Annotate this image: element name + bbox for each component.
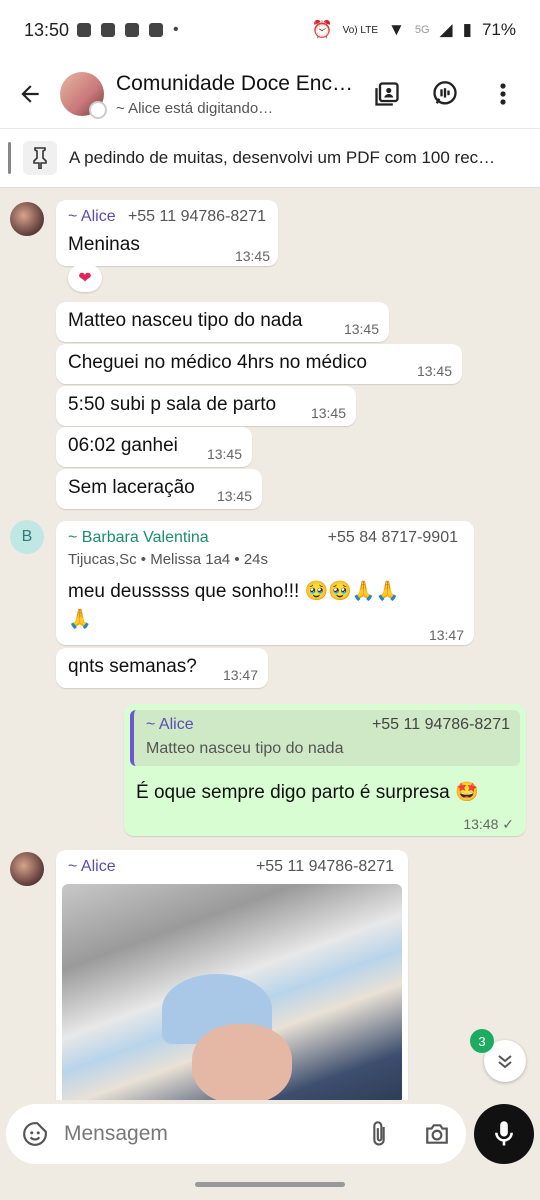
message-text: 5:50 subi p sala de parto — [68, 394, 277, 415]
sticker-icon[interactable] — [20, 1119, 50, 1149]
message-text: Meninas — [68, 234, 140, 255]
message-time: 13:45 — [216, 488, 252, 504]
quote-sender: ~ Alice — [146, 716, 194, 733]
chat-icon — [125, 23, 140, 37]
status-ring-icon — [89, 101, 107, 119]
photo-face-shape — [192, 1024, 292, 1100]
app-icon — [149, 23, 164, 37]
group-info[interactable]: Comunidade Doce Enc… ~ Alice está digita… — [116, 72, 366, 117]
avatar[interactable] — [10, 852, 44, 886]
wifi-icon: ▼ — [388, 20, 405, 39]
avatar[interactable]: B — [10, 520, 44, 554]
message-bubble[interactable]: Matteo nasceu tipo do nada 13:45 — [56, 302, 389, 342]
more-options-icon[interactable] — [486, 77, 520, 111]
group-avatar[interactable] — [60, 72, 107, 119]
attach-icon[interactable] — [364, 1119, 394, 1149]
message-text: É oque sempre digo parto é surpresa 🤩 — [136, 782, 479, 803]
back-arrow-icon[interactable] — [0, 60, 60, 128]
message-text: meu deusssss que sonho!!! 🥹🥹🙏🙏 — [68, 581, 400, 602]
message-text: Sem laceração — [68, 477, 195, 498]
sender-phone: +55 84 8717-9901 — [327, 529, 458, 546]
image-message-bubble[interactable]: ~ Alice +55 11 94786-8271 — [56, 850, 408, 1100]
message-bubble[interactable]: Sem laceração 13:45 — [56, 469, 262, 509]
newborn-photo[interactable] — [62, 884, 402, 1100]
microphone-button[interactable] — [474, 1104, 534, 1164]
message-time: 13:45 — [206, 446, 242, 462]
pin-icon — [23, 141, 57, 175]
outgoing-message-bubble[interactable]: ~ Alice +55 11 94786-8271 Matteo nasceu … — [124, 704, 526, 836]
sender-phone: +55 11 94786-8271 — [127, 208, 266, 225]
community-icon[interactable] — [370, 77, 404, 111]
message-bubble[interactable]: ~ Alice +55 11 94786-8271 Meninas 13:45 — [56, 200, 278, 266]
instagram-icon — [101, 23, 116, 37]
pinned-text: A pedindo de muitas, desenvolvi um PDF c… — [69, 148, 496, 167]
notification-icons: • — [77, 21, 179, 39]
group-title: Comunidade Doce Enc… — [116, 71, 353, 95]
message-text: Matteo nasceu tipo do nada — [68, 310, 303, 331]
alarm-icon: ⏰ — [311, 20, 333, 39]
sender-name[interactable]: ~ Alice — [68, 858, 116, 876]
message-input[interactable]: Mensagem — [64, 1122, 168, 1146]
message-time: 13:47 — [222, 667, 258, 683]
message-bubble[interactable]: ~ Barbara Valentina +55 84 8717-9901 Tij… — [56, 521, 474, 645]
typing-status: ~ Alice está digitando… — [116, 99, 274, 117]
chat-header: Comunidade Doce Enc… ~ Alice está digita… — [0, 60, 540, 128]
avatar[interactable] — [10, 202, 44, 236]
status-time: 13:50 — [24, 19, 70, 40]
quote-phone: +55 11 94786-8271 — [371, 716, 510, 733]
signal-icon: ◢ — [439, 20, 453, 39]
sender-meta: Tijucas,Sc • Melissa 1a4 • 24s — [68, 551, 269, 568]
message-time: 13:45 — [343, 321, 379, 337]
message-time: 13:47 — [428, 627, 464, 643]
message-time-with-check: 13:48 ✓ — [463, 816, 514, 832]
lte-label: Vo) LTE — [342, 24, 379, 36]
chat-area[interactable]: ~ Alice +55 11 94786-8271 Meninas 13:45 … — [0, 188, 540, 1100]
message-bubble[interactable]: Cheguei no médico 4hrs no médico 13:45 — [56, 344, 462, 384]
sender-phone: +55 11 94786-8271 — [255, 858, 394, 875]
message-time: 13:45 — [416, 363, 452, 379]
camera-icon[interactable] — [422, 1119, 452, 1149]
battery-level: 71% — [481, 20, 516, 39]
heart-reaction-icon[interactable]: ❤ — [68, 264, 102, 292]
message-time: 13:45 — [310, 405, 346, 421]
pinned-indicator — [8, 142, 11, 174]
message-text: qnts semanas? — [68, 656, 197, 677]
facebook-icon — [77, 23, 92, 37]
sender-name[interactable]: ~ Alice — [68, 208, 116, 226]
quoted-message[interactable]: ~ Alice +55 11 94786-8271 Matteo nasceu … — [130, 710, 520, 766]
unread-count-badge: 3 — [470, 1029, 494, 1053]
gesture-nav-bar — [195, 1182, 345, 1187]
pinned-message-bar[interactable]: A pedindo de muitas, desenvolvi um PDF c… — [0, 128, 540, 188]
message-bubble[interactable]: 5:50 subi p sala de parto 13:45 — [56, 386, 356, 426]
message-input-bar[interactable]: Mensagem — [6, 1104, 466, 1164]
more-dot-icon: • — [173, 21, 179, 38]
message-time: 13:45 — [234, 248, 270, 264]
network-label: 5G — [414, 24, 430, 36]
message-bubble[interactable]: qnts semanas? 13:47 — [56, 648, 268, 688]
message-text: 06:02 ganhei — [68, 435, 178, 456]
status-bar: 13:50 • ⏰ Vo) LTE ▼ 5G ◢ ▮ 71% — [0, 0, 540, 60]
message-text-continued: 🙏 — [68, 609, 92, 630]
sender-name[interactable]: ~ Barbara Valentina — [68, 529, 209, 547]
battery-icon: ▮ — [462, 20, 472, 39]
message-text: Cheguei no médico 4hrs no médico — [68, 352, 367, 373]
call-icon[interactable] — [428, 77, 462, 111]
message-bubble[interactable]: 06:02 ganhei 13:45 — [56, 427, 252, 467]
quote-text: Matteo nasceu tipo do nada — [146, 740, 344, 757]
